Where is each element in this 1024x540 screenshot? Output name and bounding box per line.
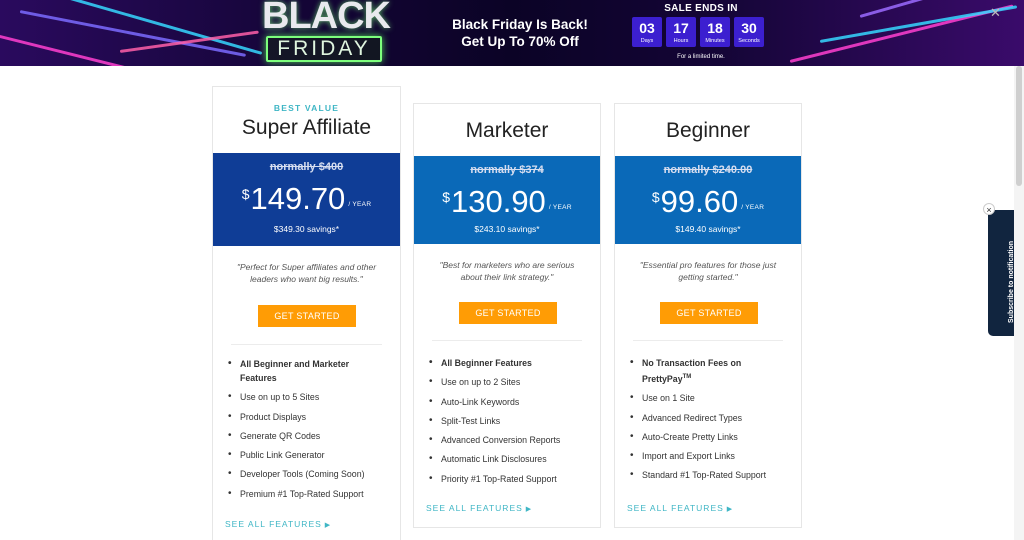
feature-item: All Beginner and Marketer Features [225,357,388,385]
sale-ends-title: SALE ENDS IN [664,3,738,14]
caret-right-icon: ▶ [324,522,332,529]
feature-list: All Beginner and Marketer Features Use o… [225,357,388,506]
see-all-label: SEE ALL FEATURES [426,503,523,513]
see-all-label: SEE ALL FEATURES [225,519,322,529]
savings-text: $243.10 savings* [474,224,540,234]
original-price: normally $240.00 [663,164,753,176]
price-line: $ 149.70 / YEAR [213,181,400,217]
plan-name: Beginner [665,119,751,142]
plan-name: Super Affiliate [241,116,372,139]
close-icon[interactable]: ✕ [990,5,1001,21]
get-started-button[interactable]: GET STARTED [660,302,758,324]
price-block: normally $374 $ 130.90 / YEAR $243.10 sa… [414,156,600,244]
see-all-label: SEE ALL FEATURES [627,503,724,513]
limited-time-text: For a limited time. [677,54,725,60]
timer-days: 03 Days [632,17,662,47]
timer-value: 18 [707,20,723,36]
scrollbar-thumb[interactable] [1016,66,1022,186]
original-price: normally $400 [269,161,344,173]
close-icon[interactable]: × [983,203,995,215]
feature-item: Standard #1 Top-Rated Support [627,468,789,482]
see-all-features-link[interactable]: SEE ALL FEATURES ▶ [225,519,331,529]
feature-item: Priority #1 Top-Rated Support [426,472,588,486]
timer-hours: 17 Hours [666,17,696,47]
price-block: normally $240.00 $ 99.60 / YEAR $149.40 … [615,156,801,244]
subscribe-notification-label: Subscribe to notification [1008,240,1015,323]
timer-label: Hours [673,38,689,44]
feature-item: Use on 1 Site [627,391,789,405]
price-amount: 99.60 [660,184,739,219]
price-line: $ 130.90 / YEAR [414,184,600,220]
timer-label: Minutes [705,38,725,44]
feature-item: Premium #1 Top-Rated Support [225,487,388,501]
plan-description: "Best for marketers who are serious abou… [439,260,575,282]
feature-item: Use on up to 5 Sites [225,390,388,404]
price-line: $ 99.60 / YEAR [615,184,801,220]
plan-description: "Essential pro features for those just g… [639,260,777,282]
feature-item: Auto-Link Keywords [426,395,588,409]
feature-text: No Transaction Fees on PrettyPay [642,358,742,384]
timer-value: 03 [639,20,655,36]
currency-symbol: $ [241,186,250,202]
timer-value: 30 [741,20,757,36]
price-amount: 130.90 [450,184,546,219]
caret-right-icon: ▶ [726,506,734,513]
countdown-timer: 03 Days 17 Hours 18 Minutes 30 Seconds [632,17,764,47]
logo-black-text: BLACK [262,0,391,37]
feature-item: No Transaction Fees on PrettyPayTM [627,356,789,386]
divider [633,340,783,341]
price-period: / YEAR [741,204,765,211]
price-period: / YEAR [348,201,372,208]
savings-text: $149.40 savings* [675,224,741,234]
timer-label: Seconds [738,38,760,44]
currency-symbol: $ [651,189,660,205]
currency-symbol: $ [442,189,450,205]
plan-name: Marketer [465,119,549,142]
see-all-features-link[interactable]: SEE ALL FEATURES ▶ [426,503,532,513]
timer-minutes: 18 Minutes [700,17,730,47]
feature-item: Generate QR Codes [225,429,388,443]
plan-card-marketer: Marketer normally $374 $ 130.90 / YEAR $… [413,103,601,528]
feature-item: Developer Tools (Coming Soon) [225,467,388,481]
original-price: normally $374 [470,164,544,176]
feature-item: Split-Test Links [426,414,588,428]
feature-item: Use on up to 2 Sites [426,375,588,389]
banner-streak [819,5,1018,43]
see-all-features-link[interactable]: SEE ALL FEATURES ▶ [627,503,733,513]
timer-value: 17 [673,20,689,36]
price-amount: 149.70 [250,181,346,216]
plan-card-beginner: Beginner normally $240.00 $ 99.60 / YEAR… [614,103,802,528]
feature-item: All Beginner Features [426,356,588,370]
plan-card-super-affiliate: BEST VALUE Super Affiliate normally $400… [212,86,401,540]
feature-item: Automatic Link Disclosures [426,452,588,466]
logo-friday-text: FRIDAY [266,36,382,62]
timer-label: Days [640,38,654,44]
feature-item: Auto-Create Pretty Links [627,430,789,444]
get-started-button[interactable]: GET STARTED [258,305,356,327]
plan-description: "Perfect for Super affiliates and other … [236,262,377,284]
feature-item: Import and Export Links [627,449,789,463]
get-started-button[interactable]: GET STARTED [459,302,557,324]
banner-headline-line-2: Get Up To 70% Off [461,34,579,49]
price-block: normally $400 $ 149.70 / YEAR $349.30 sa… [213,153,400,246]
feature-item: Public Link Generator [225,448,388,462]
feature-item: Advanced Redirect Types [627,411,789,425]
divider [432,340,582,341]
feature-list: No Transaction Fees on PrettyPayTM Use o… [627,356,789,488]
timer-seconds: 30 Seconds [734,17,764,47]
best-value-badge: BEST VALUE [273,103,340,113]
savings-text: $349.30 savings* [273,224,340,234]
black-friday-banner: BLACK FRIDAY Black Friday Is Back! Get U… [0,0,1024,66]
feature-item: Advanced Conversion Reports [426,433,588,447]
price-period: / YEAR [548,204,572,211]
banner-streak [0,30,185,66]
banner-headline-line-1: Black Friday Is Back! [452,17,588,32]
trademark-mark: TM [682,374,692,380]
feature-list: All Beginner Features Use on up to 2 Sit… [426,356,588,491]
caret-right-icon: ▶ [525,506,533,513]
banner-headline: Black Friday Is Back! Get Up To 70% Off [444,16,596,50]
black-friday-logo: BLACK FRIDAY [262,0,391,66]
divider [231,344,382,345]
feature-item: Product Displays [225,410,388,424]
